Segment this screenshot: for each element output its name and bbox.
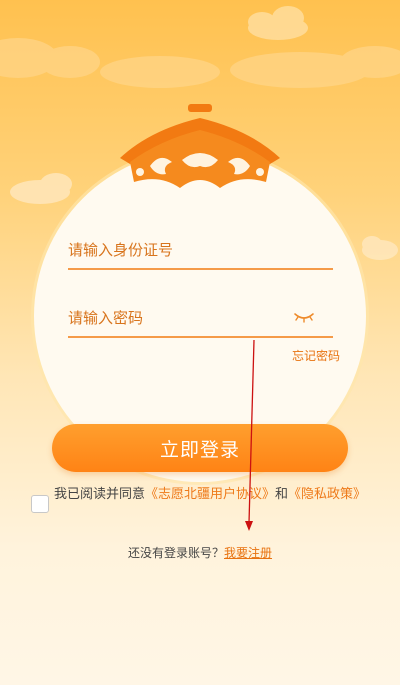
privacy-policy-link[interactable]: 《隐私政策》 (288, 487, 366, 502)
eye-closed-icon[interactable] (293, 310, 315, 324)
agreement-text: 我已阅读并同意《志愿北疆用户协议》和《隐私政策》 (54, 484, 374, 505)
id-number-field[interactable] (68, 234, 333, 266)
agreement-conjunction: 和 (275, 487, 289, 502)
register-prompt-line: 还没有登录账号？我要注册 (0, 544, 400, 561)
password-input[interactable] (68, 302, 288, 334)
agreement-checkbox[interactable] (31, 495, 49, 513)
id-number-underline (68, 268, 333, 270)
ornament-crown-icon (120, 104, 280, 188)
forgot-password-link[interactable]: 忘记密码 (270, 347, 340, 364)
login-button[interactable]: 立即登录 (52, 424, 348, 472)
agreement-prefix: 我已阅读并同意 (54, 487, 146, 502)
register-prompt: 还没有登录账号？ (127, 546, 224, 560)
password-field[interactable] (68, 302, 288, 334)
password-underline (68, 336, 333, 338)
register-link[interactable]: 我要注册 (224, 546, 272, 560)
id-number-input[interactable] (68, 234, 333, 266)
user-agreement-link[interactable]: 《志愿北疆用户协议》 (145, 487, 275, 502)
